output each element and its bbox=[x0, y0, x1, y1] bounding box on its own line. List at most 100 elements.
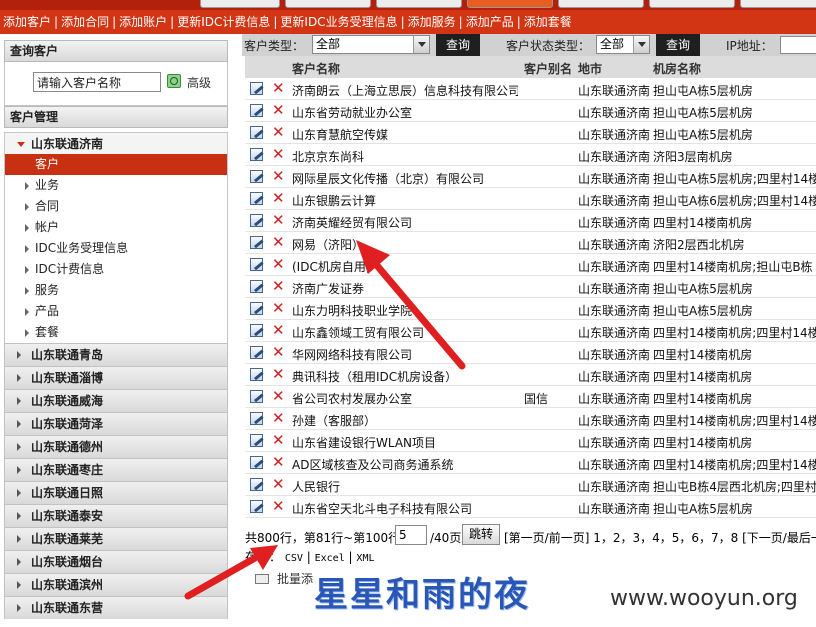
tree-item-customer[interactable]: 客户 bbox=[4, 154, 228, 175]
delete-icon[interactable]: ✕ bbox=[272, 146, 285, 162]
delete-icon[interactable]: ✕ bbox=[272, 80, 285, 96]
table-row[interactable]: ✕ 典讯科技（租用IDC机房设备） 山东联通济南 四里村14楼南机房 bbox=[245, 364, 816, 386]
export-xml-link[interactable]: XML bbox=[356, 553, 374, 564]
tree-item-idc-billing[interactable]: IDC计费信息 bbox=[4, 259, 228, 280]
jump-button[interactable]: 跳转 bbox=[462, 524, 500, 545]
edit-icon[interactable] bbox=[250, 126, 263, 139]
table-row[interactable]: ✕ (IDC机房自用) 山东联通济南 四里村14楼南机房;担山屯B栋 bbox=[245, 254, 816, 276]
cell-customer-name[interactable]: (IDC机房自用) bbox=[292, 258, 518, 275]
header-city[interactable]: 地市 bbox=[578, 60, 602, 77]
cell-customer-name[interactable]: 山东省劳动就业办公室 bbox=[292, 104, 518, 121]
tree-item-business[interactable]: 业务 bbox=[4, 175, 228, 196]
header-customer-name[interactable]: 客户名称 bbox=[292, 60, 340, 77]
edit-icon[interactable] bbox=[250, 104, 263, 117]
delete-icon[interactable]: ✕ bbox=[272, 190, 285, 206]
cell-customer-name[interactable]: 山东力明科技职业学院 bbox=[292, 302, 518, 319]
delete-icon[interactable]: ✕ bbox=[272, 410, 285, 426]
region-taian[interactable]: 山东联通泰安 bbox=[4, 504, 228, 527]
top-tab-active[interactable] bbox=[467, 0, 553, 8]
tree-item-product[interactable]: 产品 bbox=[4, 301, 228, 322]
table-row[interactable]: ✕ 人民银行 山东联通济南 担山屯B栋4层西北机房;四里村 bbox=[245, 474, 816, 496]
customer-type-select[interactable]: 全部 bbox=[312, 35, 430, 54]
cell-customer-name[interactable]: 山东省空天北斗电子科技有限公司 bbox=[292, 500, 518, 517]
ip-address-input[interactable] bbox=[780, 36, 816, 54]
status-query-button[interactable]: 查询 bbox=[656, 34, 700, 56]
edit-icon[interactable] bbox=[250, 478, 263, 491]
add-contract-link[interactable]: 添加合同 bbox=[58, 10, 112, 34]
cell-customer-name[interactable]: 北京京东尚科 bbox=[292, 148, 518, 165]
table-row[interactable]: ✕ 省公司农村发展办公室 国信 山东联通济南 四里村14楼南机房 bbox=[245, 386, 816, 408]
cell-customer-name[interactable]: 济南英耀经贸有限公司 bbox=[292, 214, 518, 231]
delete-icon[interactable]: ✕ bbox=[272, 168, 285, 184]
cell-customer-name[interactable]: 山东省建设银行WLAN项目 bbox=[292, 434, 518, 451]
top-tab-3[interactable] bbox=[376, 0, 462, 8]
region-binzhou[interactable]: 山东联通滨州 bbox=[4, 573, 228, 596]
delete-icon[interactable]: ✕ bbox=[272, 476, 285, 492]
cell-customer-name[interactable]: 人民银行 bbox=[292, 478, 518, 495]
edit-icon[interactable] bbox=[250, 258, 263, 271]
cell-customer-name[interactable]: 省公司农村发展办公室 bbox=[292, 390, 518, 407]
update-idc-billing-link[interactable]: 更新IDC计费信息 bbox=[174, 10, 273, 34]
table-row[interactable]: ✕ 山东省劳动就业办公室 山东联通济南 担山屯A栋5层机房 bbox=[245, 100, 816, 122]
region-qingdao[interactable]: 山东联通青岛 bbox=[4, 343, 228, 366]
table-row[interactable]: ✕ AD区域核查及公司商务通系统 山东联通济南 四里村14楼南机房;四里村14楼 bbox=[245, 452, 816, 474]
tree-item-contract[interactable]: 合同 bbox=[4, 196, 228, 217]
region-yantai[interactable]: 山东联通烟台 bbox=[4, 550, 228, 573]
top-tab-dashboard[interactable] bbox=[285, 0, 371, 8]
table-row[interactable]: ✕ 济南英耀经贸有限公司 山东联通济南 四里村14楼南机房 bbox=[245, 210, 816, 232]
edit-icon[interactable] bbox=[250, 456, 263, 469]
region-zibo[interactable]: 山东联通淄博 bbox=[4, 366, 228, 389]
dropdown-arrow-icon[interactable] bbox=[413, 36, 429, 53]
tree-item-account[interactable]: 帐户 bbox=[4, 217, 228, 238]
top-tab-7[interactable] bbox=[740, 0, 816, 8]
table-row[interactable]: ✕ 网际星辰文化传播（北京）有限公司 山东联通济南 担山屯A栋5层机房;四里村14楼 bbox=[245, 166, 816, 188]
top-tab-1[interactable] bbox=[200, 0, 280, 8]
edit-icon[interactable] bbox=[250, 280, 263, 293]
cell-customer-name[interactable]: 济南朗云（上海立思辰）信息科技有限公司 bbox=[292, 82, 518, 99]
table-row[interactable]: ✕ 山东省建设银行WLAN项目 山东联通济南 四里村14楼南机房 bbox=[245, 430, 816, 452]
delete-icon[interactable]: ✕ bbox=[272, 322, 285, 338]
table-row[interactable]: ✕ 济南广发证券 山东联通济南 担山屯A栋5层机房 bbox=[245, 276, 816, 298]
add-customer-link[interactable]: 添加客户 bbox=[0, 10, 54, 34]
region-rizhao[interactable]: 山东联通日照 bbox=[4, 481, 228, 504]
edit-icon[interactable] bbox=[250, 368, 263, 381]
edit-icon[interactable] bbox=[250, 192, 263, 205]
customer-search-input[interactable] bbox=[33, 72, 161, 92]
delete-icon[interactable]: ✕ bbox=[272, 102, 285, 118]
edit-icon[interactable] bbox=[250, 170, 263, 183]
delete-icon[interactable]: ✕ bbox=[272, 124, 285, 140]
page-number-input[interactable] bbox=[395, 525, 427, 545]
edit-icon[interactable] bbox=[250, 82, 263, 95]
export-excel-link[interactable]: Excel bbox=[315, 553, 345, 564]
customer-status-select[interactable]: 全部 bbox=[596, 35, 650, 54]
delete-icon[interactable]: ✕ bbox=[272, 278, 285, 294]
advanced-search-link[interactable]: 高级 bbox=[187, 74, 211, 91]
edit-icon[interactable] bbox=[250, 148, 263, 161]
delete-icon[interactable]: ✕ bbox=[272, 366, 285, 382]
region-heze[interactable]: 山东联通菏泽 bbox=[4, 412, 228, 435]
region-weihai[interactable]: 山东联通威海 bbox=[4, 389, 228, 412]
table-row[interactable]: ✕ 山东育慧航空传媒 山东联通济南 担山屯A栋5层机房 bbox=[245, 122, 816, 144]
delete-icon[interactable]: ✕ bbox=[272, 454, 285, 470]
top-tab-6[interactable] bbox=[649, 0, 735, 8]
dropdown-arrow-icon[interactable] bbox=[633, 36, 649, 53]
edit-icon[interactable] bbox=[250, 324, 263, 337]
add-package-link[interactable]: 添加套餐 bbox=[521, 10, 575, 34]
add-account-link[interactable]: 添加账户 bbox=[116, 10, 170, 34]
cell-customer-name[interactable]: 山东鑫领域工贸有限公司 bbox=[292, 324, 518, 341]
batch-add[interactable]: 批量添 bbox=[255, 570, 313, 587]
add-product-link[interactable]: 添加产品 bbox=[463, 10, 517, 34]
table-row[interactable]: ✕ 华网网络科技有限公司 山东联通济南 四里村14楼南机房 bbox=[245, 342, 816, 364]
query-button[interactable]: 查询 bbox=[436, 34, 480, 56]
edit-icon[interactable] bbox=[250, 434, 263, 447]
cell-customer-name[interactable]: 网易（济阳） bbox=[292, 236, 518, 253]
cell-customer-name[interactable]: 孙建（客服部） bbox=[292, 412, 518, 429]
edit-icon[interactable] bbox=[250, 390, 263, 403]
header-room-name[interactable]: 机房名称 bbox=[653, 60, 701, 77]
edit-icon[interactable] bbox=[250, 346, 263, 359]
edit-icon[interactable] bbox=[250, 236, 263, 249]
table-row[interactable]: ✕ 山东银鹏云计算 山东联通济南 担山屯A栋6层机房;四里村14楼 bbox=[245, 188, 816, 210]
region-zaozhuang[interactable]: 山东联通枣庄 bbox=[4, 458, 228, 481]
table-row[interactable]: ✕ 山东鑫领域工贸有限公司 山东联通济南 四里村14楼南机房;四里村14楼 bbox=[245, 320, 816, 342]
top-tab-5[interactable] bbox=[558, 0, 644, 8]
